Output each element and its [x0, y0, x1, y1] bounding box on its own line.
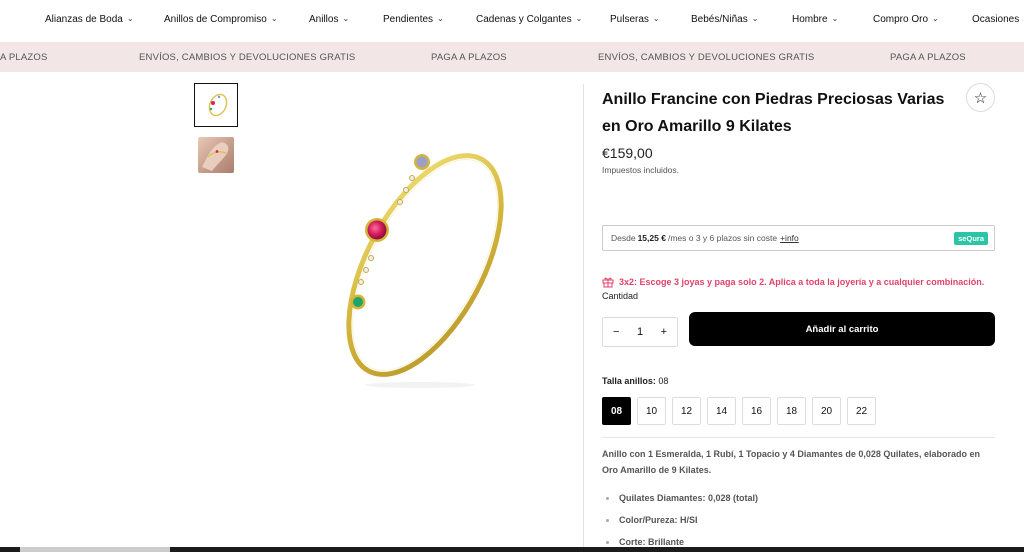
chevron-down-icon: ⌄: [652, 14, 660, 23]
announcement-item: PAGA A PLAZOS: [431, 52, 507, 63]
size-option[interactable]: 08: [602, 397, 631, 425]
product-price: €159,00: [602, 145, 653, 161]
nav-item-label: Alianzas de Boda: [45, 14, 123, 25]
nav-item-cadenas[interactable]: Cadenas y Colgantes ⌄: [476, 14, 582, 25]
size-selected-value: 08: [658, 376, 669, 386]
nav-item-label: Ocasiones: [972, 14, 1020, 25]
chevron-down-icon: ⌄: [270, 14, 278, 23]
size-option[interactable]: 10: [637, 397, 666, 425]
chevron-down-icon: ⌄: [575, 14, 583, 23]
size-option[interactable]: 12: [672, 397, 701, 425]
tax-note: Impuestos incluidos.: [602, 165, 680, 175]
nav-item-label: Compro Oro: [873, 14, 929, 25]
nav-item-label: Cadenas y Colgantes: [476, 14, 572, 25]
size-label-title: Talla anillos:: [602, 376, 656, 386]
sequra-logo: seQura: [954, 232, 988, 245]
gallery-thumbnail-ring[interactable]: [194, 83, 238, 127]
size-label: Talla anillos: 08: [602, 376, 668, 386]
announcement-item: ENVÍOS, CAMBIOS Y DEVOLUCIONES GRATIS: [139, 52, 356, 63]
promo-banner: 3x2: Escoge 3 joyas y paga solo 2. Aplic…: [602, 276, 984, 288]
chevron-down-icon: ⌄: [751, 14, 759, 23]
quantity-increase-button[interactable]: +: [661, 326, 667, 338]
nav-item-label: Bebés/Niñas: [691, 14, 748, 25]
sequra-suffix: /mes o 3 y 6 plazos sin coste: [667, 233, 778, 243]
top-navigation: Alianzas de Boda ⌄ Anillos de Compromiso ⌄…: [0, 0, 1024, 42]
size-option[interactable]: 18: [777, 397, 806, 425]
chevron-down-icon: ⌄: [126, 14, 134, 23]
nav-item-bebes[interactable]: Bebés/Niñas ⌄: [691, 14, 758, 25]
nav-item-anillos-compromiso[interactable]: Anillos de Compromiso ⌄: [164, 14, 278, 25]
add-to-cart-button[interactable]: Añadir al carrito: [689, 312, 995, 346]
size-selector: 08 10 12 14 16 18 20 22: [602, 397, 876, 425]
nav-item-pendientes[interactable]: Pendientes ⌄: [383, 14, 444, 25]
sequra-info-link[interactable]: +info: [780, 233, 799, 243]
sequra-prefix: Desde: [611, 233, 636, 243]
chevron-down-icon: ⌄: [932, 14, 939, 23]
gallery-thumbnail-hand[interactable]: [194, 133, 238, 177]
announcement-item: A PLAZOS: [0, 52, 48, 63]
chevron-down-icon: ⌄: [437, 14, 444, 23]
announcement-item: ENVÍOS, CAMBIOS Y DEVOLUCIONES GRATIS: [598, 52, 815, 63]
announcement-bar: A PLAZOS ENVÍOS, CAMBIOS Y DEVOLUCIONES …: [0, 42, 1024, 72]
promo-text: 3x2: Escoge 3 joyas y paga solo 2. Aplic…: [619, 277, 985, 287]
spec-item: Color/Pureza: H/SI: [606, 509, 758, 531]
nav-item-alianzas[interactable]: Alianzas de Boda ⌄: [45, 14, 134, 25]
nav-item-pulseras[interactable]: Pulseras ⌄: [610, 14, 660, 25]
quantity-stepper: − 1 +: [602, 317, 678, 347]
chevron-down-icon: ⌄: [342, 14, 350, 23]
product-description: Anillo con 1 Esmeralda, 1 Rubí, 1 Topaci…: [602, 449, 980, 475]
size-option[interactable]: 14: [707, 397, 736, 425]
chevron-down-icon: ⌄: [831, 14, 839, 23]
sequra-amount: 15,25 €: [637, 233, 666, 243]
sequra-financing-widget[interactable]: Desde 15,25 € /mes o 3 y 6 plazos sin co…: [602, 225, 995, 251]
nav-item-anillos[interactable]: Anillos ⌄: [309, 14, 349, 25]
nav-item-label: Pulseras: [610, 14, 649, 25]
nav-item-label: Pendientes: [383, 14, 434, 25]
size-option[interactable]: 20: [812, 397, 841, 425]
column-divider: [583, 84, 584, 552]
wishlist-button[interactable]: ☆: [966, 83, 995, 112]
product-main-image[interactable]: [330, 140, 510, 390]
spec-item: Quilates Diamantes: 0,028 (total): [606, 487, 758, 509]
product-specs-list: Quilates Diamantes: 0,028 (total) Color/…: [606, 487, 758, 552]
size-option[interactable]: 22: [847, 397, 876, 425]
bottom-scrollbar: [0, 547, 1024, 552]
nav-item-hombre[interactable]: Hombre ⌄: [792, 14, 838, 25]
quantity-decrease-button[interactable]: −: [613, 326, 619, 338]
size-option[interactable]: 16: [742, 397, 771, 425]
nav-item-label: Anillos: [309, 14, 339, 25]
hand-thumbnail-image: [198, 137, 234, 173]
nav-item-label: Hombre: [792, 14, 828, 25]
announcement-item: PAGA A PLAZOS: [890, 52, 966, 63]
star-outline-icon: ☆: [973, 89, 988, 107]
scrollbar-thumb[interactable]: [20, 547, 170, 552]
nav-item-compro-oro[interactable]: Compro Oro ⌄: [873, 14, 939, 25]
gift-icon: [602, 277, 614, 288]
section-divider: [602, 437, 995, 438]
nav-item-label: Anillos de Compromiso: [164, 14, 267, 25]
ring-thumbnail-image: [208, 93, 228, 117]
nav-item-ocasiones[interactable]: Ocasiones: [972, 14, 1019, 25]
quantity-label: Cantidad: [602, 291, 639, 301]
product-title: Anillo Francine con Piedras Preciosas Va…: [602, 91, 945, 135]
quantity-input[interactable]: 1: [637, 326, 643, 338]
